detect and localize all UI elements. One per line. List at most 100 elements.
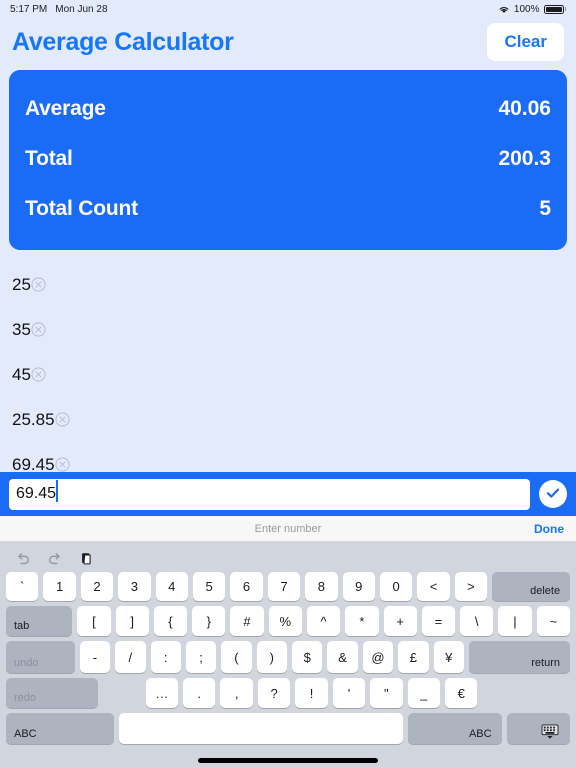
- keyboard-dismiss-key[interactable]: [506, 713, 570, 744]
- key-7[interactable]: 7: [267, 572, 301, 601]
- battery-percent: 100%: [513, 3, 540, 15]
- app-root: 5:17 PM Mon Jun 28 100% Average Calculat…: [0, 0, 576, 768]
- wifi-icon: [498, 5, 510, 14]
- list-item-value: 35: [12, 319, 31, 339]
- key-sym[interactable]: ): [256, 641, 287, 673]
- key-sym[interactable]: [: [77, 606, 111, 636]
- key-2[interactable]: 2: [80, 572, 114, 601]
- key-sym[interactable]: £: [398, 641, 429, 673]
- input-hint-label: Enter number: [254, 522, 322, 535]
- key-sym[interactable]: &: [327, 641, 358, 673]
- text-caret: [56, 480, 58, 502]
- keyboard-row: ` 1 2 3 4 5 6 7 8 9 0 < > delete: [3, 572, 573, 601]
- key-abc[interactable]: ABC: [408, 713, 502, 744]
- key-sym[interactable]: @: [362, 641, 394, 673]
- key-sym[interactable]: =: [421, 606, 456, 636]
- key-return[interactable]: return: [468, 641, 570, 673]
- list-item[interactable]: 45: [0, 352, 576, 397]
- key-sym[interactable]: ?: [257, 678, 291, 708]
- circle-x-icon[interactable]: [54, 412, 70, 427]
- key-sym[interactable]: \: [460, 606, 494, 636]
- list-item[interactable]: 25.85: [0, 397, 576, 442]
- key-sym[interactable]: €: [444, 678, 478, 708]
- key-sym[interactable]: ]: [115, 606, 149, 636]
- key-sym[interactable]: ^: [306, 606, 341, 636]
- circle-x-icon[interactable]: [31, 367, 46, 382]
- circle-x-icon[interactable]: [31, 277, 46, 292]
- list-item[interactable]: 25: [0, 262, 576, 307]
- key-3[interactable]: 3: [118, 572, 151, 601]
- on-screen-keyboard: ` 1 2 3 4 5 6 7 8 9 0 < > delete tab[]{} #% ^ * + = \ | ~ undo -…: [0, 542, 576, 768]
- key-redo[interactable]: redo: [6, 678, 99, 708]
- key-tab[interactable]: tab: [6, 606, 73, 636]
- status-bar-left: 5:17 PM Mon Jun 28: [10, 4, 108, 15]
- key-sym[interactable]: ": [370, 678, 403, 708]
- key-space[interactable]: [119, 713, 404, 744]
- key-6[interactable]: 6: [230, 572, 263, 601]
- key-sym[interactable]: *: [345, 606, 379, 636]
- app-header: Average Calculator Clear: [0, 18, 576, 66]
- keyboard-row: ABC ABC: [3, 713, 573, 744]
- status-bar: 5:17 PM Mon Jun 28 100%: [0, 0, 576, 18]
- summary-row-total-count: Total Count 5: [25, 184, 551, 234]
- key-sym[interactable]: }: [192, 606, 226, 636]
- key-8[interactable]: 8: [305, 572, 338, 601]
- key-sym[interactable]: _: [407, 678, 440, 708]
- battery-icon: [543, 4, 566, 14]
- status-time: 5:17 PM: [10, 3, 48, 15]
- keyboard-row: tab[]{} #% ^ * + = \ | ~: [3, 606, 573, 636]
- key-sym[interactable]: %: [268, 606, 302, 636]
- key-4[interactable]: 4: [155, 572, 188, 601]
- key-abc[interactable]: ABC: [6, 713, 115, 744]
- keyboard-accessory-bar: Enter number Done: [0, 516, 576, 542]
- key-sym[interactable]: ,: [220, 678, 253, 708]
- paste-icon[interactable]: [79, 551, 95, 567]
- confirm-button[interactable]: [539, 480, 567, 508]
- key-sym[interactable]: `: [6, 572, 39, 601]
- key-sym[interactable]: <: [417, 572, 450, 601]
- key-sym[interactable]: :: [150, 641, 181, 673]
- key-sym[interactable]: -: [79, 641, 111, 673]
- number-input[interactable]: [9, 478, 530, 510]
- key-sym[interactable]: >: [454, 572, 488, 601]
- key-sym[interactable]: +: [383, 606, 417, 636]
- input-bar: [0, 472, 576, 516]
- key-5[interactable]: 5: [192, 572, 226, 601]
- key-sym[interactable]: (: [221, 641, 252, 673]
- summary-row-average: Average 40.06: [25, 84, 551, 134]
- summary-value: 200.3: [498, 147, 551, 170]
- summary-value: 40.06: [498, 97, 551, 120]
- key-sym[interactable]: /: [115, 641, 146, 673]
- key-sym[interactable]: .: [183, 678, 216, 708]
- key-sym[interactable]: $: [292, 641, 323, 673]
- summary-label: Total Count: [25, 197, 138, 220]
- summary-label: Total: [25, 147, 73, 170]
- key-0[interactable]: 0: [379, 572, 413, 601]
- key-sym[interactable]: ~: [536, 606, 570, 636]
- done-button[interactable]: Done: [534, 522, 564, 536]
- circle-x-icon[interactable]: [54, 457, 70, 472]
- key-sym[interactable]: #: [230, 606, 264, 636]
- key-undo[interactable]: undo: [6, 641, 75, 673]
- key-delete[interactable]: delete: [492, 572, 571, 601]
- list-item[interactable]: 35: [0, 307, 576, 352]
- list-item-value: 25.85: [12, 409, 55, 429]
- undo-icon[interactable]: [15, 551, 31, 567]
- key-sym[interactable]: ': [332, 678, 366, 708]
- home-indicator: [198, 758, 378, 763]
- key-sym[interactable]: |: [498, 606, 532, 636]
- circle-x-icon[interactable]: [31, 322, 46, 337]
- key-sym[interactable]: !: [295, 678, 328, 708]
- redo-icon[interactable]: [47, 551, 63, 567]
- keyboard-dismiss-icon: [540, 724, 560, 740]
- summary-card: Average 40.06 Total 200.3 Total Count 5: [9, 70, 567, 250]
- clear-button[interactable]: Clear: [487, 23, 564, 61]
- key-sym[interactable]: …: [145, 678, 179, 708]
- key-sym[interactable]: ;: [185, 641, 217, 673]
- check-circle-icon: [543, 483, 563, 506]
- key-sym[interactable]: {: [153, 606, 188, 636]
- key-1[interactable]: 1: [43, 572, 76, 601]
- keyboard-toolbar: [3, 546, 573, 572]
- key-sym[interactable]: ¥: [433, 641, 464, 673]
- key-9[interactable]: 9: [342, 572, 375, 601]
